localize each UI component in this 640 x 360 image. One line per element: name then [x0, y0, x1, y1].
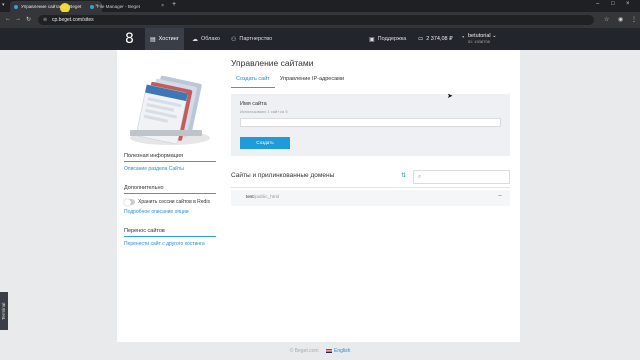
beget-logo[interactable]: 8 — [125, 31, 134, 47]
support-icon: ▣ — [369, 36, 375, 43]
sort-icon[interactable]: ⇅ — [401, 172, 406, 179]
copyright: © Beget.com — [289, 348, 319, 354]
support-label: Поддержка — [377, 36, 407, 42]
site-name-text: test — [246, 195, 254, 200]
user-menu[interactable]: betutorial ⌄ ID: 1938708 — [468, 33, 497, 45]
minimize-icon[interactable]: – — [596, 1, 599, 7]
redis-toggle-row: Хранить сессии сайтов в Redis — [124, 198, 216, 206]
window-close-icon[interactable]: × — [626, 1, 630, 7]
transfer-section: Перенос сайтов Перенести сайт с другого … — [124, 228, 216, 247]
option-details-link[interactable]: Подробное описание опции — [124, 209, 216, 215]
nav-hosting[interactable]: ▤ Хостинг — [145, 28, 184, 50]
site-info-icon[interactable]: ⊜ — [43, 15, 47, 25]
sites-description-link[interactable]: Описание раздела Сайты — [124, 166, 216, 172]
tab-search-icon[interactable]: ▾ — [2, 2, 5, 8]
extra-section: Дополнительно Хранить сессии сайтов в Re… — [124, 185, 216, 215]
nav-cloud-label: Облако — [201, 36, 220, 42]
transfer-title: Перенос сайтов — [124, 228, 216, 237]
bookmark-star-icon[interactable]: ☆ — [604, 16, 609, 23]
language-label: English — [333, 348, 351, 354]
browser-tab-bar: ▾ Управление сайтами | Beget × File Mana… — [0, 0, 640, 13]
handshake-icon: ⚇ — [231, 36, 237, 43]
maximize-icon[interactable]: □ — [611, 1, 615, 7]
divider — [231, 187, 510, 188]
address-bar-row: ← → ↻ ⊜ cp.beget.com/sites ☆ ◉ ⋮ — [0, 12, 640, 28]
browser-tab-title: Управление сайтами | Beget — [21, 4, 82, 9]
reload-icon[interactable]: ↻ — [26, 16, 31, 23]
sites-search-input[interactable]: ⌕ — [413, 170, 510, 184]
tab-create-site[interactable]: Создать сайт — [231, 74, 275, 88]
extra-title: Дополнительно — [124, 185, 216, 194]
nav-partnership-label: Партнерство — [239, 36, 273, 42]
new-tab-button[interactable]: + — [172, 1, 176, 8]
site-name: test/public_html — [246, 195, 279, 200]
create-button[interactable]: Создать — [240, 137, 290, 149]
url-field[interactable]: ⊜ cp.beget.com/sites — [38, 15, 594, 25]
transfer-site-link[interactable]: Перенести сайт с другого хостинга — [124, 241, 216, 247]
useful-info-section: Полезная информация Описание раздела Сай… — [124, 153, 216, 172]
main-tabs: Создать сайт Управление IP-адресами — [231, 74, 349, 88]
useful-info-title: Полезная информация — [124, 153, 216, 162]
page-title: Управление сайтами — [231, 58, 314, 68]
terminal-tab[interactable]: Terminal — [0, 292, 8, 330]
nav-partnership[interactable]: ⚇ Партнерство — [226, 28, 277, 50]
browser-tab-title: File Manager - Beget — [97, 4, 140, 9]
footer: © Beget.com English — [0, 348, 640, 354]
menu-kebab-icon[interactable]: ⋮ — [631, 16, 637, 23]
cloud-icon: ☁ — [192, 36, 198, 43]
server-icon: ▤ — [150, 36, 156, 43]
balance-value: 2 374,08 ₽ — [426, 36, 453, 42]
profile-icon[interactable]: ◉ — [618, 16, 623, 23]
nav-hosting-label: Хостинг — [158, 36, 179, 42]
user-id: ID: 1938708 — [468, 39, 490, 44]
site-name-label: Имя сайта — [240, 101, 267, 107]
beget-favicon-icon — [14, 4, 18, 9]
redis-toggle-label: Хранить сессии сайтов в Redis — [138, 199, 210, 205]
sites-list-title: Сайты и прилинкованные домены — [231, 172, 335, 179]
nav-cloud[interactable]: ☁ Облако — [187, 28, 225, 50]
url-text: cp.beget.com/sites — [52, 17, 94, 23]
site-name-input[interactable] — [240, 118, 501, 127]
search-icon: ⌕ — [418, 174, 422, 180]
tab-ip-management[interactable]: Управление IP-адресами — [275, 74, 349, 88]
support-link[interactable]: ▣ Поддержка — [364, 28, 411, 50]
close-icon[interactable]: × — [161, 3, 164, 9]
language-switch[interactable]: English — [325, 348, 351, 354]
sites-usage-text: Использовано 1 сайт из 5 — [240, 109, 288, 114]
mouse-pointer-icon: ➤ — [447, 93, 453, 100]
content-card: Полезная информация Описание раздела Сай… — [117, 50, 520, 342]
sites-illustration — [130, 75, 210, 145]
redis-sessions-toggle[interactable] — [124, 198, 135, 206]
back-icon[interactable]: ← — [5, 16, 11, 22]
balance[interactable]: ▭ 2 374,08 ₽ — [418, 28, 453, 50]
forward-icon[interactable]: → — [15, 16, 21, 22]
beget-favicon-icon — [90, 4, 94, 9]
browser-tab-file-manager[interactable]: File Manager - Beget × — [86, 1, 168, 12]
uk-flag-icon — [325, 348, 332, 353]
site-header: 8 ▤ Хостинг ☁ Облако ⚇ Партнерство ▣ Под… — [0, 28, 640, 50]
user-icon: ◔ — [461, 35, 465, 41]
collapse-icon[interactable]: − — [498, 193, 502, 200]
create-site-form: Имя сайта Использовано 1 сайт из 5 Созда… — [231, 94, 510, 156]
chevron-down-icon: ⌄ — [492, 33, 497, 39]
site-path: /public_html — [253, 195, 280, 200]
site-row[interactable]: test/public_html − — [231, 190, 510, 206]
wallet-icon: ▭ — [418, 36, 424, 42]
